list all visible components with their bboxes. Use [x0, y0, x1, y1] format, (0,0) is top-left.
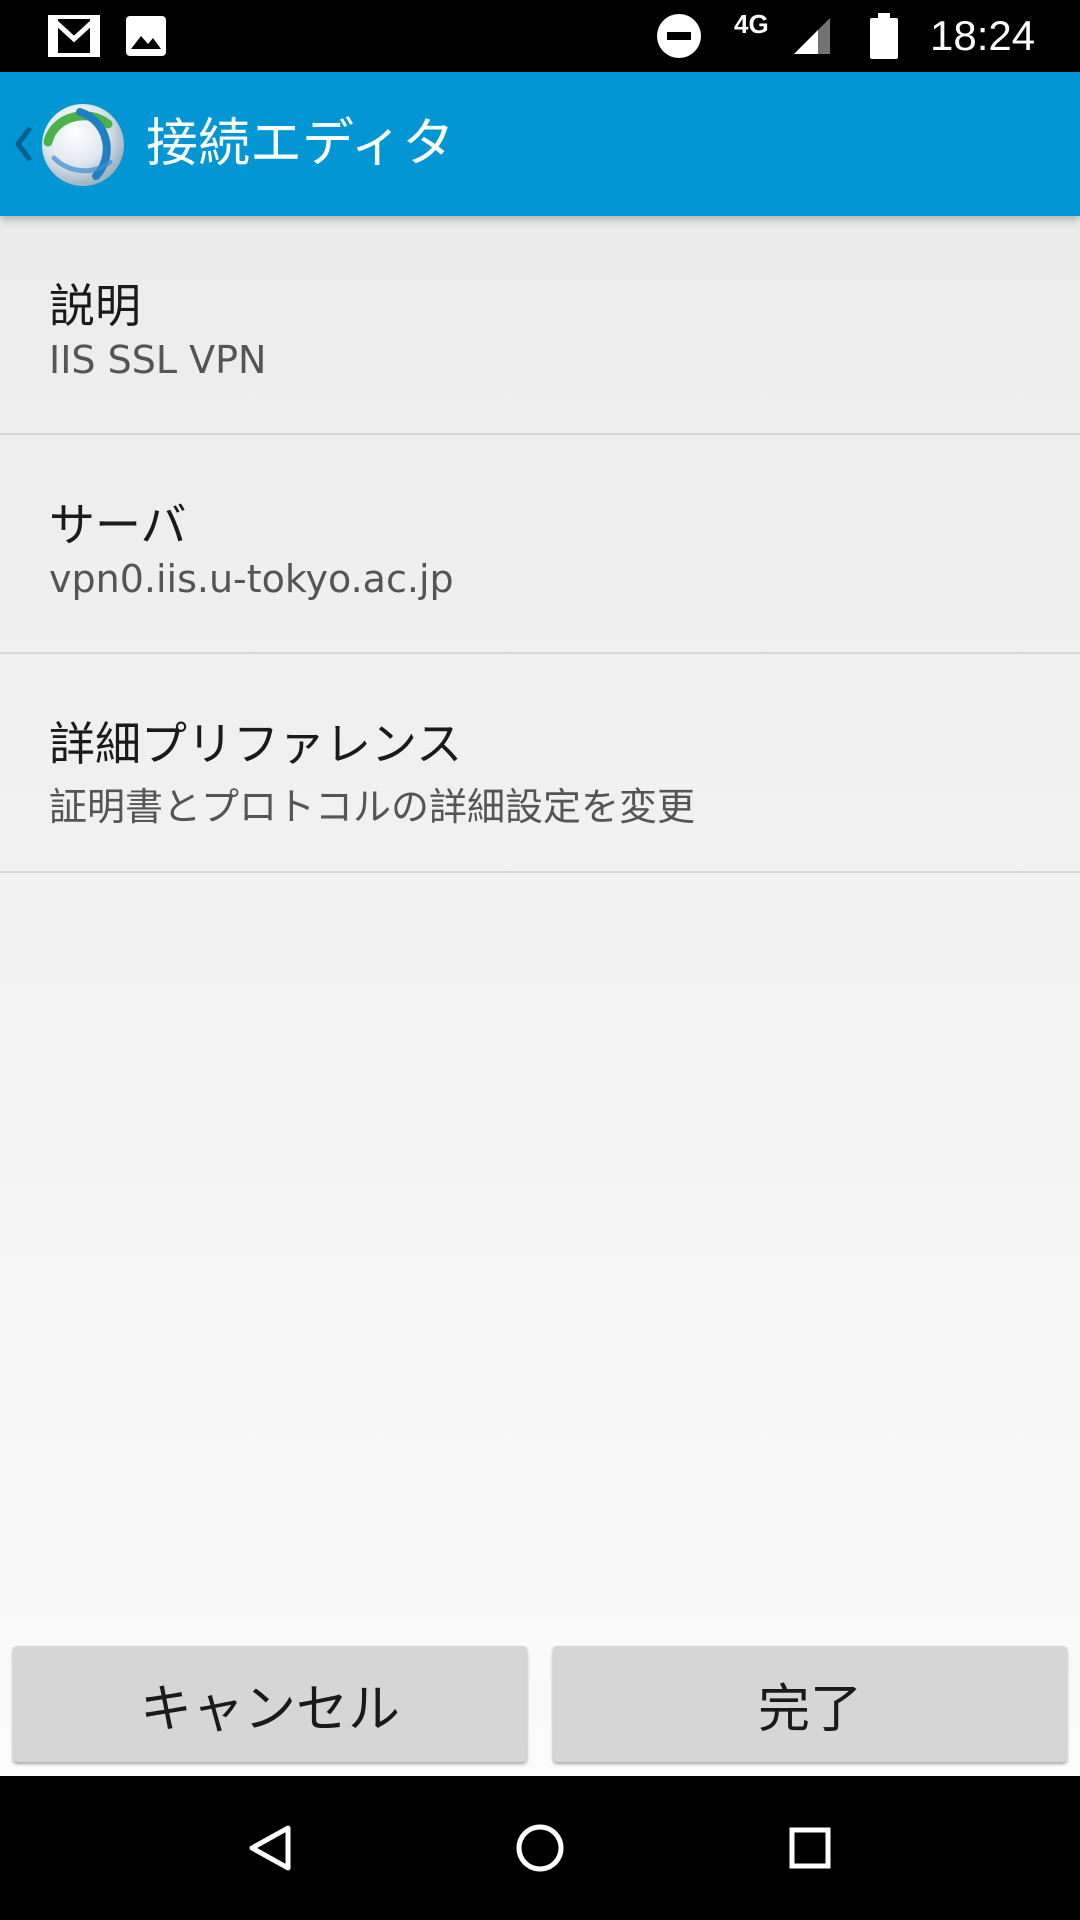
- status-time: 18:24: [930, 12, 1036, 59]
- network-type-label: 4G: [734, 8, 769, 39]
- pref-summary-server: vpn0.iis.u-tokyo.ac.jp: [49, 557, 454, 601]
- back-triangle-icon[interactable]: [230, 1808, 310, 1888]
- pref-item-advanced[interactable]: 詳細プリファレンス 証明書とプロトコルの詳細設定を変更: [0, 654, 1080, 873]
- do-not-disturb-icon: [656, 0, 702, 72]
- status-bar: 4G 18:24: [0, 0, 1080, 72]
- app-bar: 接続エディタ: [0, 72, 1080, 216]
- anyconnect-logo-icon[interactable]: [40, 102, 126, 188]
- image-icon: [126, 0, 166, 72]
- cancel-button[interactable]: キャンセル: [13, 1646, 527, 1762]
- pref-title-description: 説明: [49, 279, 141, 333]
- pref-summary-advanced: 証明書とプロトコルの詳細設定を変更: [49, 785, 696, 829]
- signal-icon: [792, 0, 832, 72]
- recents-square-icon[interactable]: [770, 1808, 850, 1888]
- home-circle-icon[interactable]: [500, 1808, 580, 1888]
- pref-title-server: サーバ: [49, 498, 187, 552]
- pref-summary-description: IIS SSL VPN: [49, 338, 267, 382]
- preference-list: 説明 IIS SSL VPN サーバ vpn0.iis.u-tokyo.ac.j…: [0, 216, 1080, 1776]
- navigation-bar: [0, 1776, 1080, 1920]
- pref-item-server[interactable]: サーバ vpn0.iis.u-tokyo.ac.jp: [0, 435, 1080, 654]
- gmail-icon: [48, 0, 100, 72]
- battery-icon: [870, 0, 898, 72]
- back-chevron-icon[interactable]: [8, 114, 36, 174]
- done-button[interactable]: 完了: [553, 1646, 1067, 1762]
- pref-item-description[interactable]: 説明 IIS SSL VPN: [0, 216, 1080, 435]
- page-title: 接続エディタ: [146, 114, 455, 174]
- pref-title-advanced: 詳細プリファレンス: [49, 717, 463, 771]
